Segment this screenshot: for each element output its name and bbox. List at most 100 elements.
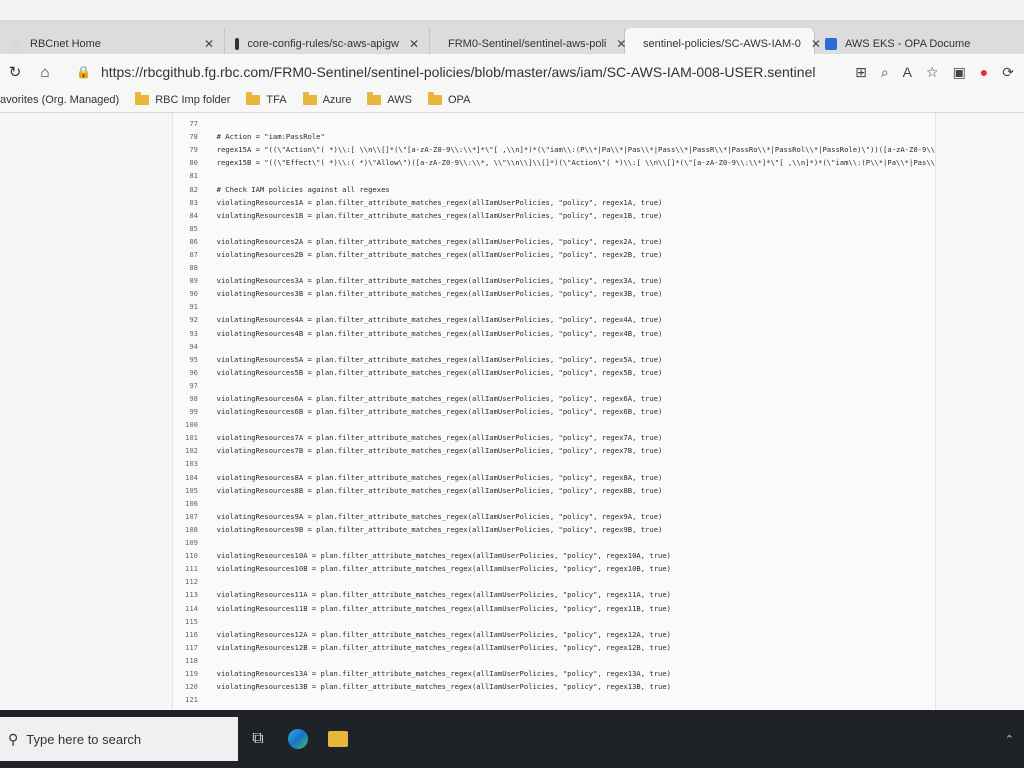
- bookmark-aws[interactable]: AWS: [367, 92, 412, 106]
- line-number[interactable]: 110: [172, 551, 198, 560]
- page-content: 77 78 # Action = "iam:PassRole" 79 regex15…: [0, 113, 1024, 710]
- code-text: violatingResources3B = plan.filter_attri…: [208, 289, 663, 299]
- profile-icon[interactable]: ●: [980, 64, 988, 80]
- code-text: violatingResources6A = plan.filter_attri…: [208, 394, 663, 404]
- line-number[interactable]: 101: [172, 433, 198, 442]
- bookmark-rbc-imp-folder[interactable]: RBC Imp folder: [135, 92, 230, 106]
- line-number[interactable]: 87: [172, 250, 198, 259]
- line-number[interactable]: 96: [172, 368, 198, 377]
- code-text: violatingResources6B = plan.filter_attri…: [208, 407, 663, 417]
- code-line: 113 violatingResources11A = plan.filter_…: [172, 588, 952, 601]
- read-aloud-icon[interactable]: A: [903, 64, 912, 80]
- line-number[interactable]: 113: [172, 590, 198, 599]
- address-bar[interactable]: 🔒 https://rbcgithub.fg.rbc.com/FRM0-Sent…: [68, 59, 855, 85]
- line-number[interactable]: 112: [172, 577, 198, 586]
- zoom-icon[interactable]: ⌕: [881, 64, 889, 81]
- code-text: violatingResources5B = plan.filter_attri…: [208, 367, 663, 377]
- line-number[interactable]: 116: [172, 630, 198, 639]
- line-number[interactable]: 92: [172, 315, 198, 324]
- refresh-icon[interactable]: ↻: [0, 63, 30, 81]
- line-number[interactable]: 118: [172, 656, 198, 665]
- edge-browser-button[interactable]: [278, 717, 318, 761]
- line-number[interactable]: 108: [172, 525, 198, 534]
- favorites-org-managed[interactable]: avorites (Org. Managed): [0, 94, 119, 106]
- code-text: violatingResources4B = plan.filter_attri…: [208, 328, 663, 338]
- code-text: violatingResources1B = plan.filter_attri…: [208, 210, 663, 220]
- search-placeholder: Type here to search: [26, 731, 142, 747]
- bookmark-opa[interactable]: OPA: [428, 92, 471, 106]
- line-number[interactable]: 109: [172, 538, 198, 547]
- line-number[interactable]: 89: [172, 276, 198, 285]
- line-number[interactable]: 119: [172, 669, 198, 678]
- code-line: 102 violatingResources7B = plan.filter_a…: [172, 444, 952, 457]
- task-view-icon[interactable]: ⧉: [238, 717, 278, 761]
- line-number[interactable]: 106: [172, 499, 198, 508]
- close-icon[interactable]: ✕: [994, 37, 1014, 51]
- line-number[interactable]: 97: [172, 381, 198, 390]
- close-icon[interactable]: ✕: [606, 37, 626, 51]
- line-number[interactable]: 88: [172, 263, 198, 272]
- favorite-star-icon[interactable]: ☆: [926, 64, 939, 81]
- folder-icon: [302, 92, 317, 105]
- line-number[interactable]: 85: [172, 224, 198, 233]
- code-line: 99 violatingResources6B = plan.filter_at…: [172, 405, 952, 418]
- code-viewer[interactable]: 77 78 # Action = "iam:PassRole" 79 regex15…: [172, 117, 952, 706]
- line-number[interactable]: 79: [172, 145, 198, 154]
- code-text: violatingResources4A = plan.filter_attri…: [208, 315, 663, 325]
- tab-label: core-config-rules/sc-aws-apigw: [247, 38, 399, 50]
- line-number[interactable]: 81: [172, 171, 198, 180]
- code-text: violatingResources11B = plan.filter_attr…: [208, 603, 672, 613]
- line-number[interactable]: 78: [172, 132, 198, 141]
- settings-icon[interactable]: ⟳: [1002, 64, 1014, 81]
- line-number[interactable]: 82: [172, 185, 198, 194]
- line-number[interactable]: 93: [172, 329, 198, 338]
- close-icon[interactable]: ✕: [399, 37, 419, 51]
- code-line: 81: [172, 169, 952, 182]
- line-number[interactable]: 100: [172, 420, 198, 429]
- line-number[interactable]: 115: [172, 617, 198, 626]
- right-gutter: [935, 113, 1024, 710]
- line-number[interactable]: 102: [172, 446, 198, 455]
- tab-label: RBCnet Home: [30, 38, 101, 50]
- line-number[interactable]: 80: [172, 158, 198, 167]
- line-number[interactable]: 111: [172, 564, 198, 573]
- bookmark-label: OPA: [448, 94, 471, 106]
- tab-label: sentinel-policies/SC-AWS-IAM-0: [643, 38, 801, 50]
- line-number[interactable]: 83: [172, 198, 198, 207]
- code-line: 116 violatingResources12A = plan.filter_…: [172, 628, 952, 641]
- line-number[interactable]: 98: [172, 394, 198, 403]
- line-number[interactable]: 84: [172, 211, 198, 220]
- reading-view-icon[interactable]: ⊞: [855, 64, 867, 81]
- home-icon[interactable]: ⌂: [30, 64, 60, 81]
- line-number[interactable]: 120: [172, 682, 198, 691]
- line-number[interactable]: 105: [172, 486, 198, 495]
- line-number[interactable]: 107: [172, 512, 198, 521]
- code-line: 96 violatingResources5B = plan.filter_at…: [172, 366, 952, 379]
- code-line: 111 violatingResources10B = plan.filter_…: [172, 562, 952, 575]
- extension-icon[interactable]: ▣: [953, 64, 966, 81]
- code-line: 92 violatingResources4A = plan.filter_at…: [172, 313, 952, 326]
- system-tray[interactable]: ⌃: [1005, 733, 1024, 746]
- code-text: regex15A = "((\"Action\"( *)\\:[ \\n\\[]…: [208, 145, 952, 155]
- code-line: 78 # Action = "iam:PassRole": [172, 130, 952, 143]
- line-number[interactable]: 91: [172, 302, 198, 311]
- line-number[interactable]: 103: [172, 459, 198, 468]
- line-number[interactable]: 114: [172, 604, 198, 613]
- close-icon[interactable]: ✕: [194, 37, 214, 51]
- code-text: violatingResources13A = plan.filter_attr…: [208, 668, 672, 678]
- line-number[interactable]: 117: [172, 643, 198, 652]
- code-line: 115: [172, 615, 952, 628]
- code-line: 105 violatingResources8B = plan.filter_a…: [172, 484, 952, 497]
- line-number[interactable]: 86: [172, 237, 198, 246]
- bookmark-tfa[interactable]: TFA: [246, 92, 287, 106]
- line-number[interactable]: 99: [172, 407, 198, 416]
- line-number[interactable]: 94: [172, 342, 198, 351]
- file-explorer-button[interactable]: [318, 717, 358, 761]
- taskbar-search-box[interactable]: ⚲ Type here to search: [0, 717, 238, 761]
- line-number[interactable]: 104: [172, 473, 198, 482]
- line-number[interactable]: 77: [172, 119, 198, 128]
- line-number[interactable]: 121: [172, 695, 198, 704]
- line-number[interactable]: 95: [172, 355, 198, 364]
- line-number[interactable]: 90: [172, 289, 198, 298]
- bookmark-azure[interactable]: Azure: [302, 92, 351, 106]
